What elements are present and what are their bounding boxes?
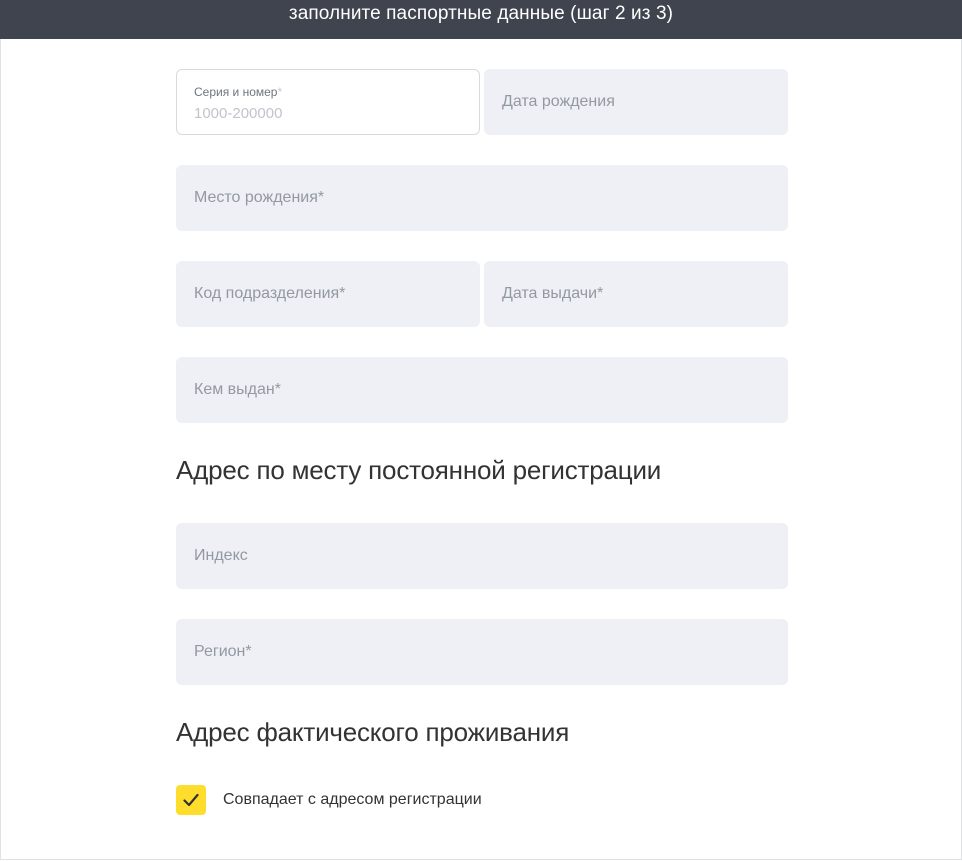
division-code-field[interactable]: Код подразделения* bbox=[176, 261, 480, 327]
region-field[interactable]: Регион* bbox=[176, 619, 788, 685]
birth-place-placeholder: Место рождения* bbox=[194, 189, 325, 206]
header-bar: заполните паспортные данные (шаг 2 из 3) bbox=[0, 0, 962, 39]
index-field[interactable]: Индекс bbox=[176, 523, 788, 589]
issue-date-field[interactable]: Дата выдачи* bbox=[484, 261, 788, 327]
birth-date-field[interactable]: Дата рождения bbox=[484, 69, 788, 135]
registration-address-title: Адрес по месту постоянной регистрации bbox=[176, 455, 662, 485]
same-as-registration-checkbox[interactable] bbox=[176, 785, 206, 815]
step-title: заполните паспортные данные (шаг 2 из 3) bbox=[288, 3, 674, 24]
birth-place-field[interactable]: Место рождения* bbox=[176, 165, 788, 231]
issued-by-placeholder: Кем выдан* bbox=[194, 381, 281, 398]
actual-address-title: Адрес фактического проживания bbox=[176, 717, 570, 747]
series-number-label: Серия и номер* bbox=[194, 85, 283, 99]
index-placeholder: Индекс bbox=[194, 547, 248, 564]
checkmark-icon bbox=[183, 793, 199, 807]
issue-date-placeholder: Дата выдачи* bbox=[502, 285, 604, 302]
issued-by-field[interactable]: Кем выдан* bbox=[176, 357, 788, 423]
series-number-placeholder: 1000-200000 bbox=[194, 105, 283, 122]
region-placeholder: Регион* bbox=[194, 643, 252, 660]
division-code-placeholder: Код подразделения* bbox=[194, 285, 346, 302]
birth-date-placeholder: Дата рождения bbox=[502, 93, 615, 110]
same-as-registration-label[interactable]: Совпадает с адресом регистрации bbox=[223, 791, 482, 809]
series-number-field[interactable]: Серия и номер* 1000-200000 bbox=[176, 69, 480, 135]
